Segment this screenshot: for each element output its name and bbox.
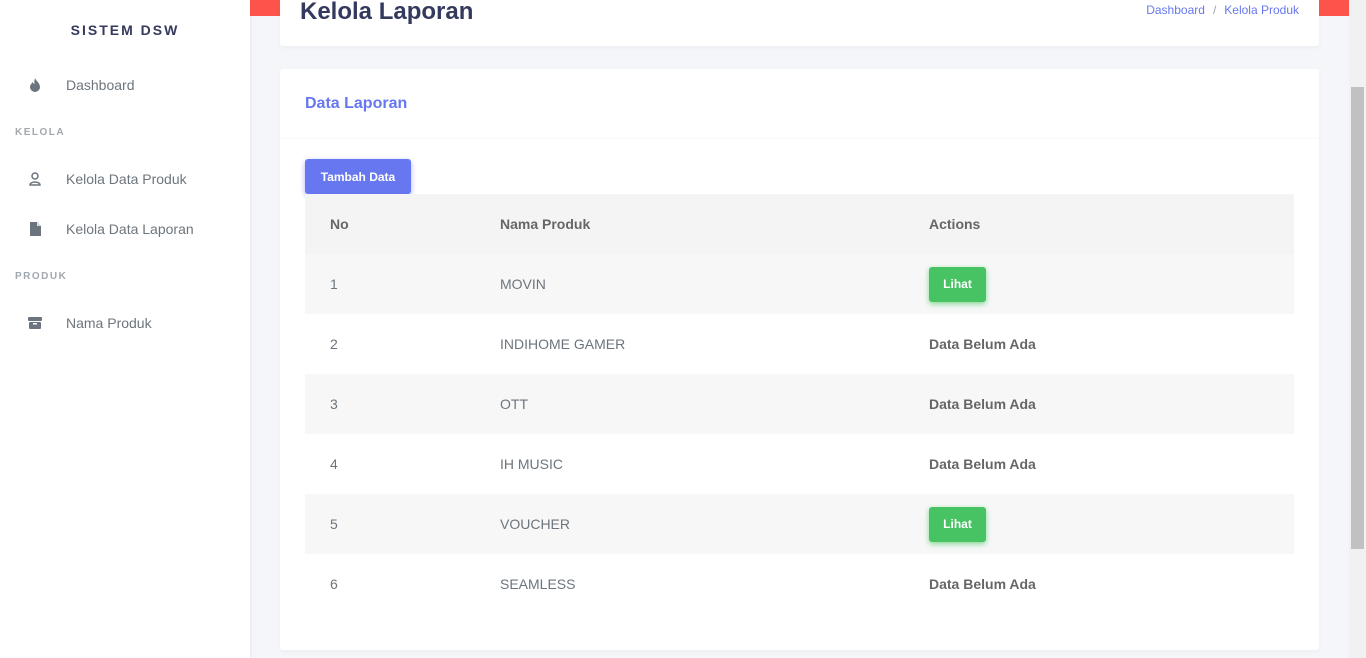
table-row: 5 VOUCHER Lihat bbox=[305, 494, 1294, 554]
column-header-actions: Actions bbox=[929, 216, 981, 232]
cell-no: 4 bbox=[330, 456, 338, 472]
cell-actions: Lihat bbox=[929, 266, 1294, 302]
report-card: Data Laporan Tambah Data No Nama Produk … bbox=[280, 69, 1319, 650]
column-header-nama-produk: Nama Produk bbox=[500, 216, 591, 232]
sidebar-item-kelola-data-laporan[interactable]: Kelola Data Laporan bbox=[0, 204, 250, 254]
sidebar-item-kelola-data-produk[interactable]: Kelola Data Produk bbox=[0, 154, 250, 204]
sidebar-item-label: Dashboard bbox=[66, 77, 135, 93]
table-row: 4 IH MUSIC Data Belum Ada bbox=[305, 434, 1294, 494]
cell-no: 5 bbox=[330, 516, 338, 532]
brand-logo[interactable]: SISTEM DSW bbox=[0, 0, 250, 60]
cell-nama-produk: OTT bbox=[500, 396, 528, 412]
cell-nama-produk: VOUCHER bbox=[500, 516, 571, 532]
cell-no: 2 bbox=[330, 336, 338, 352]
column-header-no: No bbox=[330, 216, 349, 232]
no-data-text: Data Belum Ada bbox=[929, 396, 1036, 412]
cell-nama-produk: MOVIN bbox=[500, 276, 546, 292]
add-data-button[interactable]: Tambah Data bbox=[305, 159, 411, 194]
sidebar-item-dashboard[interactable]: Dashboard bbox=[0, 60, 250, 110]
section-header: Kelola Laporan Dashboard / Kelola Produk bbox=[280, 0, 1319, 46]
accent-tab-right bbox=[1319, 0, 1349, 16]
cell-nama-produk: SEAMLESS bbox=[500, 576, 576, 592]
cell-no: 6 bbox=[330, 576, 338, 592]
sidebar-item-nama-produk[interactable]: Nama Produk bbox=[0, 298, 250, 348]
table-row: 6 SEAMLESS Data Belum Ada bbox=[305, 554, 1294, 614]
no-data-text: Data Belum Ada bbox=[929, 456, 1036, 472]
menu-header-produk: PRODUK bbox=[15, 270, 68, 282]
cell-nama-produk: INDIHOME GAMER bbox=[500, 336, 626, 352]
breadcrumb-separator: / bbox=[1212, 3, 1217, 17]
table-header-row: No Nama Produk Actions bbox=[305, 194, 1294, 254]
box-icon bbox=[27, 315, 43, 331]
breadcrumb-kelola-produk[interactable]: Kelola Produk bbox=[1224, 3, 1299, 17]
table-row: 1 MOVIN Lihat bbox=[305, 254, 1294, 314]
table-row: 3 OTT Data Belum Ada bbox=[305, 374, 1294, 434]
no-data-text: Data Belum Ada bbox=[929, 336, 1036, 352]
accent-tab-left bbox=[250, 0, 280, 16]
fire-icon bbox=[27, 77, 43, 93]
card-header: Data Laporan bbox=[280, 69, 1319, 139]
page-title: Kelola Laporan bbox=[300, 0, 474, 25]
vertical-scrollbar[interactable] bbox=[1349, 0, 1366, 658]
report-table: No Nama Produk Actions 1 MOVIN Lihat 2 I… bbox=[305, 194, 1294, 614]
table-row: 2 INDIHOME GAMER Data Belum Ada bbox=[305, 314, 1294, 374]
breadcrumb-dashboard[interactable]: Dashboard bbox=[1146, 3, 1205, 17]
cell-actions: Lihat bbox=[929, 506, 1294, 542]
cell-no: 3 bbox=[330, 396, 338, 412]
sidebar-item-label: Kelola Data Laporan bbox=[66, 221, 194, 237]
user-icon bbox=[27, 171, 43, 187]
sidebar-item-label: Kelola Data Produk bbox=[66, 171, 187, 187]
cell-nama-produk: IH MUSIC bbox=[500, 456, 563, 472]
file-icon bbox=[27, 221, 43, 237]
view-button[interactable]: Lihat bbox=[929, 506, 986, 542]
menu-header-kelola: KELOLA bbox=[15, 126, 66, 138]
no-data-text: Data Belum Ada bbox=[929, 576, 1036, 592]
view-button[interactable]: Lihat bbox=[929, 266, 986, 302]
breadcrumb: Dashboard / Kelola Produk bbox=[1146, 3, 1299, 17]
scrollbar-thumb[interactable] bbox=[1351, 87, 1364, 549]
cell-no: 1 bbox=[330, 276, 338, 292]
card-title: Data Laporan bbox=[305, 94, 408, 112]
sidebar: SISTEM DSW Dashboard KELOLA Kelola Data … bbox=[0, 0, 250, 658]
sidebar-item-label: Nama Produk bbox=[66, 315, 152, 331]
